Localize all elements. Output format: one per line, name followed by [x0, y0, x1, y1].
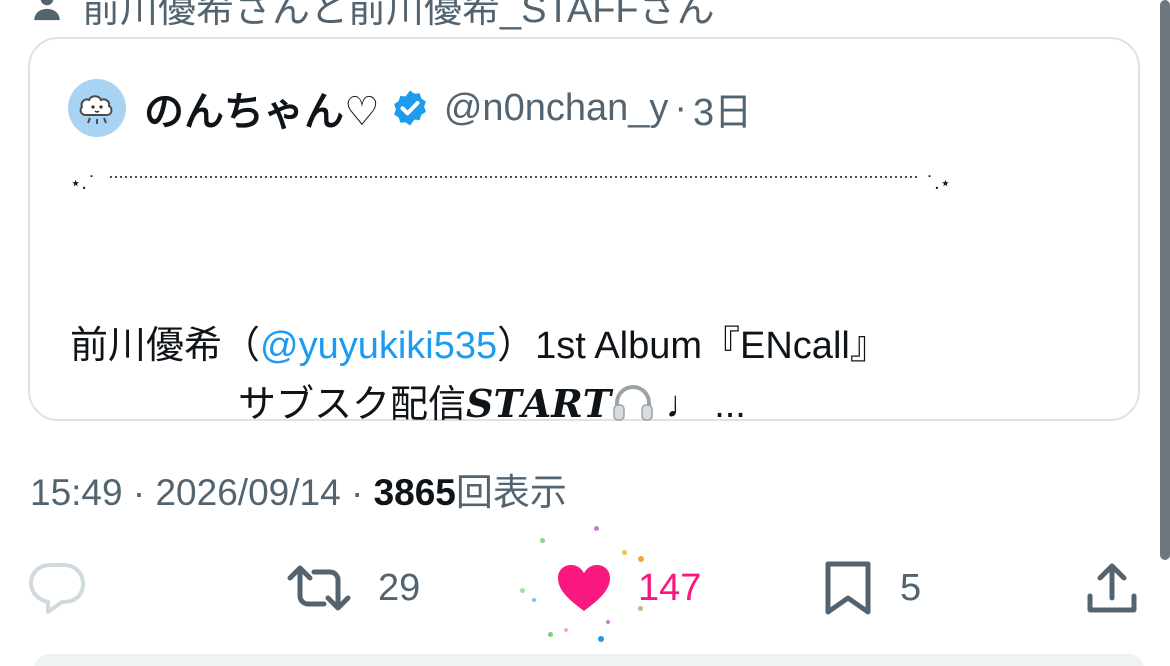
reply-icon	[29, 563, 85, 614]
separator-dot: ·	[674, 86, 688, 129]
heart-icon	[558, 565, 610, 611]
handle[interactable]: @n0nchan_y	[444, 87, 669, 130]
mention-link[interactable]: @yuyukiki535	[260, 325, 497, 367]
views-label: 回表示	[455, 472, 567, 513]
quoted-tweet-card[interactable]: のんちゃん♡ @n0nchan_y · 3日 ⋆.˙ ˙.⋆ 前川優希（@yuy…	[28, 37, 1140, 426]
like-sparkle	[606, 620, 610, 624]
headphones-icon	[613, 385, 653, 421]
line2-prefix: サブスク配信	[238, 384, 467, 426]
bookmark-button[interactable]: 5	[822, 560, 921, 616]
like-button[interactable]: 147	[556, 560, 701, 616]
decorative-divider: ⋆.˙ ˙.⋆	[70, 167, 960, 197]
post-age[interactable]: 3日	[693, 81, 752, 136]
quote-text-line2: サブスク配信𝑺𝑻𝑨𝑹𝑻 ♩ ...	[70, 375, 1110, 434]
avatar[interactable]	[68, 79, 126, 137]
reply-composer-bar[interactable]	[34, 654, 1144, 666]
like-sparkle	[594, 526, 599, 531]
decor-right-glyph: ˙.⋆	[925, 173, 951, 194]
tweet-metadata: 15:49 · 2026/09/14 · 3865回表示	[30, 462, 567, 516]
share-button[interactable]	[1084, 560, 1140, 616]
reply-button[interactable]	[28, 560, 86, 616]
like-count: 147	[638, 566, 702, 609]
like-sparkle	[622, 550, 627, 555]
person-icon	[34, 0, 60, 20]
post-time[interactable]: 15:49	[30, 472, 123, 513]
line2-suffix: ♩ ...	[655, 384, 746, 426]
retweet-count: 29	[378, 566, 421, 609]
scrollbar[interactable]	[1160, 0, 1170, 560]
like-sparkle	[598, 636, 604, 642]
cloud-character-avatar	[79, 95, 113, 124]
display-name[interactable]: のんちゃん♡	[144, 79, 380, 137]
start-word: 𝑺𝑻𝑨𝑹𝑻	[466, 381, 612, 426]
meta-separator-2: ·	[340, 472, 374, 513]
like-sparkle	[520, 588, 525, 593]
tweet-detail-view: 前川優希さんと前川優希_STAFFさん のんちゃん♡ @n0nchan_y · …	[0, 0, 1170, 666]
quote-header: のんちゃん♡ @n0nchan_y · 3日	[68, 77, 752, 139]
verified-badge-icon	[394, 90, 426, 126]
quote-text-part2: ）1st Album『ENcall』	[497, 325, 888, 367]
like-sparkle	[564, 628, 568, 632]
post-date[interactable]: 2026/09/14	[155, 472, 340, 513]
quote-text-part1: 前川優希（	[70, 325, 261, 367]
views-count[interactable]: 3865	[374, 472, 456, 513]
decor-left-glyph: ⋆.˙	[70, 173, 96, 194]
social-context[interactable]: 前川優希さんと前川優希_STAFFさん	[30, 0, 715, 33]
bookmark-icon	[825, 561, 871, 615]
meta-separator: ·	[122, 472, 156, 513]
retweet-icon	[287, 565, 351, 611]
retweet-button[interactable]: 29	[286, 560, 420, 616]
quote-text: 前川優希（@yuyukiki535）1st Album『ENcall』 サブスク…	[70, 317, 1110, 434]
bookmark-count: 5	[900, 566, 922, 609]
share-icon	[1087, 563, 1137, 613]
social-context-text: 前川優希さんと前川優希_STAFFさん	[82, 0, 715, 31]
like-sparkle	[548, 632, 553, 637]
like-sparkle	[540, 538, 545, 543]
like-sparkle	[532, 598, 536, 602]
